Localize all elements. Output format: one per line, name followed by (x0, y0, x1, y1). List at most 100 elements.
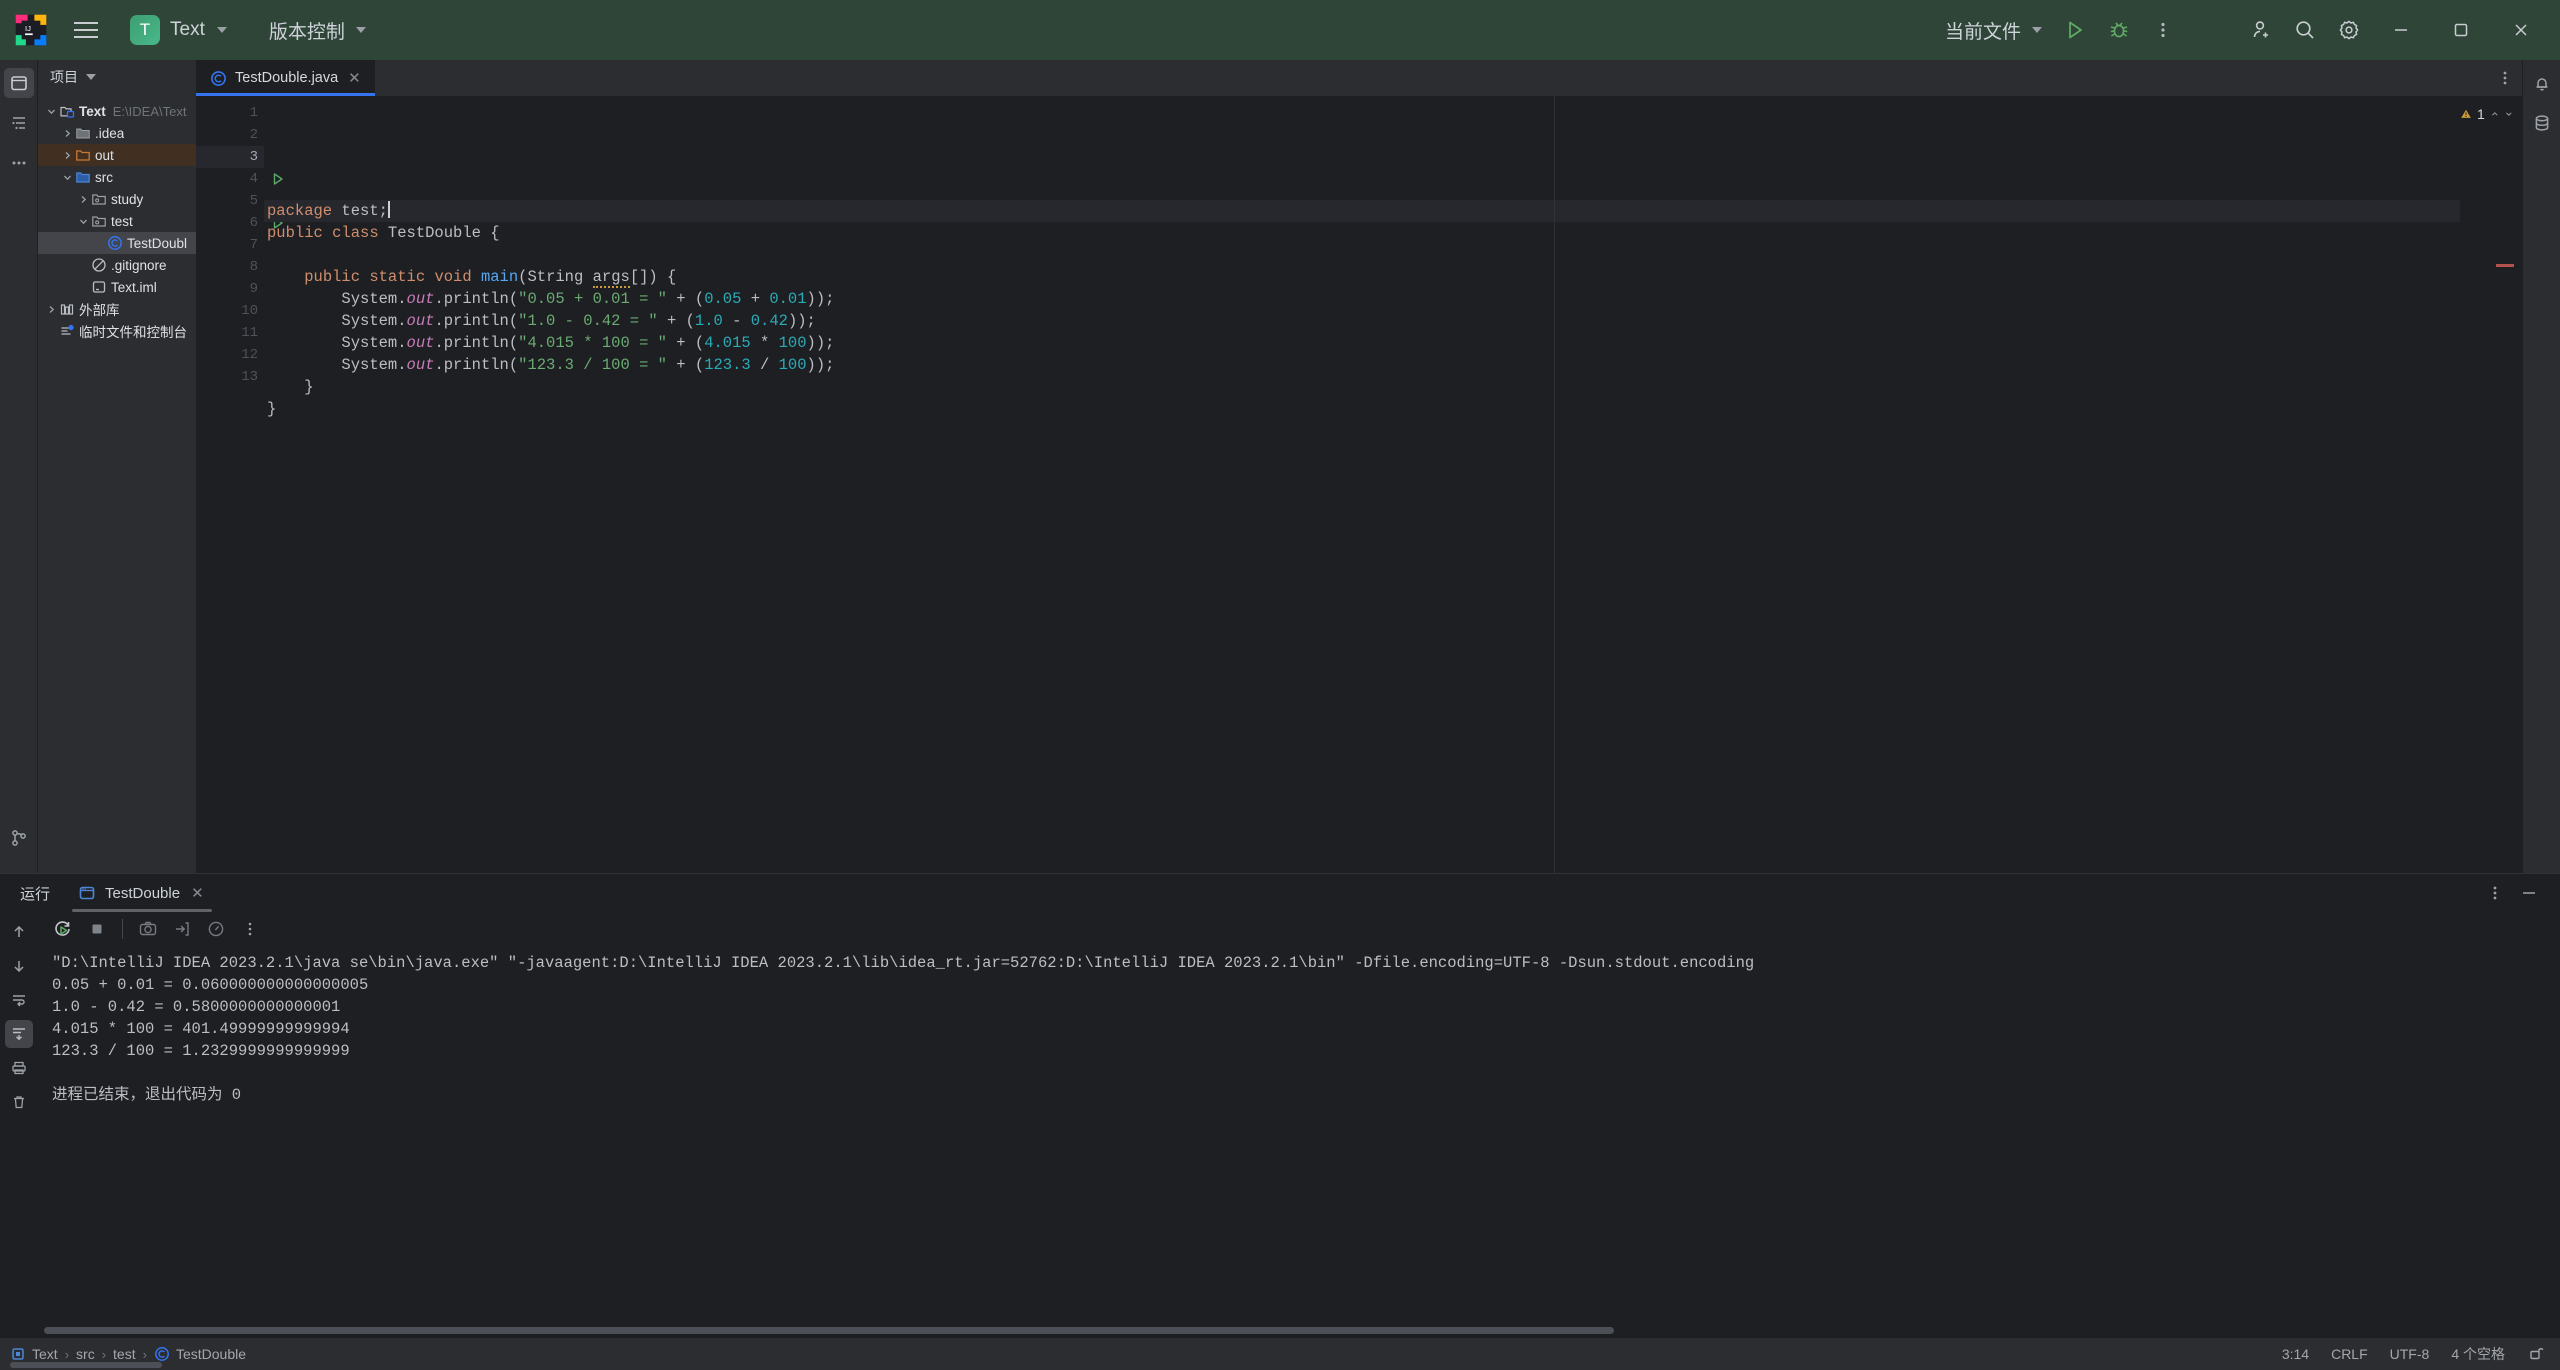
export-button[interactable] (167, 914, 197, 944)
minimize-window-button[interactable] (2372, 1, 2430, 59)
indent-setting[interactable]: 4 个空格 (2451, 1344, 2505, 1364)
file-encoding[interactable]: UTF-8 (2390, 1346, 2430, 1362)
breadcrumb-item-TestDouble[interactable]: TestDouble (154, 1346, 246, 1362)
project-panel-header[interactable]: 项目 (38, 60, 196, 94)
line-number-2[interactable]: 2 (196, 124, 264, 146)
line-number-1[interactable]: 1 (196, 102, 264, 124)
run-button[interactable] (2054, 9, 2096, 51)
line-separator[interactable]: CRLF (2331, 1346, 2368, 1362)
tree-item-src[interactable]: src (38, 166, 196, 188)
tree-item-外部库[interactable]: 外部库 (38, 298, 196, 320)
code-line-10[interactable]: System.out.println("123.3 / 100 = " + (1… (264, 354, 2460, 376)
console-hscrollbar[interactable] (44, 1327, 1614, 1334)
chevron-up-icon[interactable] (2490, 106, 2500, 122)
share-project-button[interactable] (2240, 9, 2282, 51)
line-number-3[interactable]: 3 (196, 146, 264, 168)
line-number-9[interactable]: 9 (196, 278, 264, 300)
search-button[interactable] (2284, 9, 2326, 51)
code-line-8[interactable]: System.out.println("1.0 - 0.42 = " + (1.… (264, 310, 2460, 332)
line-number-6[interactable]: 6 (196, 212, 283, 234)
scroll-to-end-button[interactable] (5, 1020, 33, 1048)
console-output[interactable]: "D:\IntelliJ IDEA 2023.2.1\java se\bin\j… (38, 946, 2560, 1326)
line-number-8[interactable]: 8 (196, 256, 264, 278)
sidebar-item-commit[interactable] (4, 823, 34, 853)
soft-wrap-button[interactable] (5, 986, 33, 1014)
scroll-down-button[interactable] (5, 952, 33, 980)
clear-all-button[interactable] (5, 1088, 33, 1116)
settings-button[interactable] (2328, 9, 2370, 51)
breadcrumb-item-src[interactable]: src (76, 1346, 95, 1362)
line-number-7[interactable]: 7 (196, 234, 264, 256)
tree-item-Text[interactable]: Text E:\IDEA\Text (38, 100, 196, 122)
code-line-1[interactable] (264, 156, 2460, 178)
project-selector[interactable]: T Text (124, 11, 237, 49)
chevron-down-icon[interactable] (2504, 106, 2514, 122)
line-number-5[interactable]: 5 (196, 190, 264, 212)
code-line-7[interactable]: System.out.println("0.05 + 0.01 = " + (0… (264, 288, 2460, 310)
chevron-right-icon[interactable] (76, 188, 90, 210)
readonly-toggle[interactable] (2527, 1343, 2546, 1365)
caret-position[interactable]: 3:14 (2282, 1346, 2309, 1362)
maximize-window-button[interactable] (2432, 1, 2490, 59)
chevron-down-icon[interactable] (44, 100, 58, 122)
profiler-button[interactable] (201, 914, 231, 944)
code-editor[interactable]: 1 2 3 4 5 6 7 8 9 10 11 12 13 package test; public cl… (196, 96, 2522, 873)
code-line-9[interactable]: System.out.println("4.015 * 100 = " + (4… (264, 332, 2460, 354)
line-number-10[interactable]: 10 (196, 300, 264, 322)
tree-item-out[interactable]: out (38, 144, 196, 166)
project-tree-hscrollbar[interactable] (10, 1362, 162, 1368)
editor-gutter[interactable]: 1 2 3 4 5 6 7 8 9 10 11 12 13 (196, 96, 283, 873)
project-tree[interactable]: Text E:\IDEA\Text .idea out src study test Test… (38, 94, 196, 873)
run-tab-testdouble[interactable]: TestDouble ✕ (66, 874, 218, 912)
code-line-5[interactable] (264, 244, 2460, 266)
code-line-6[interactable]: public static void main(String args[]) { (264, 266, 2460, 288)
close-window-button[interactable] (2492, 1, 2550, 59)
run-tab-close-icon[interactable]: ✕ (189, 884, 206, 902)
scroll-up-button[interactable] (5, 918, 33, 946)
rerun-button[interactable] (48, 914, 78, 944)
code-line-2[interactable] (264, 178, 2460, 200)
chevron-right-icon[interactable] (60, 122, 74, 144)
tree-item-Text.iml[interactable]: Text.iml (38, 276, 196, 298)
code-line-3[interactable]: package test; (264, 200, 2460, 222)
chevron-right-icon[interactable] (60, 144, 74, 166)
tree-item-临时文件和控制台[interactable]: 临时文件和控制台 (38, 320, 196, 342)
code-line-4[interactable]: public class TestDouble { (264, 222, 2460, 244)
run-configuration-selector[interactable]: 当前文件 (1935, 12, 2052, 49)
sidebar-item-notifications[interactable] (2527, 68, 2557, 98)
chevron-down-icon[interactable] (76, 210, 90, 232)
sidebar-item-more-tools[interactable] (4, 148, 34, 178)
stop-button[interactable] (82, 914, 112, 944)
line-number-11[interactable]: 11 (196, 322, 264, 344)
main-menu-icon[interactable] (64, 10, 108, 50)
chevron-right-icon[interactable] (44, 298, 58, 320)
vcs-widget[interactable]: 版本控制 (259, 13, 376, 48)
sidebar-item-database[interactable] (2527, 108, 2557, 138)
breadcrumb-item-test[interactable]: test (113, 1346, 136, 1362)
code-line-13[interactable] (264, 420, 2460, 442)
debug-button[interactable] (2098, 9, 2140, 51)
code-line-11[interactable]: } (264, 376, 2460, 398)
chevron-down-icon[interactable] (60, 166, 74, 188)
run-window-minimize-button[interactable] (2512, 874, 2546, 912)
screenshot-button[interactable] (133, 914, 163, 944)
tree-item-TestDoubl[interactable]: TestDoubl (38, 232, 196, 254)
line-number-4[interactable]: 4 (196, 168, 283, 190)
editor-tab-options-button[interactable] (2488, 60, 2522, 96)
more-actions-button[interactable] (2142, 9, 2184, 51)
print-button[interactable] (5, 1054, 33, 1082)
line-number-13[interactable]: 13 (196, 366, 264, 388)
inspection-widget[interactable]: 1 (2460, 96, 2522, 873)
run-window-options-button[interactable] (2478, 874, 2512, 912)
console-more-button[interactable] (235, 914, 265, 944)
code-line-12[interactable]: } (264, 398, 2460, 420)
tree-item-.idea[interactable]: .idea (38, 122, 196, 144)
tree-item-study[interactable]: study (38, 188, 196, 210)
sidebar-item-project[interactable] (3, 68, 34, 98)
tree-item-.gitignore[interactable]: .gitignore (38, 254, 196, 276)
editor-tab-testdouble[interactable]: TestDouble.java ✕ (196, 60, 375, 96)
code-content[interactable]: package test; public class TestDouble { p… (264, 96, 2460, 873)
inspection-marker[interactable] (2496, 264, 2514, 267)
sidebar-item-structure[interactable] (4, 108, 34, 138)
tree-item-test[interactable]: test (38, 210, 196, 232)
